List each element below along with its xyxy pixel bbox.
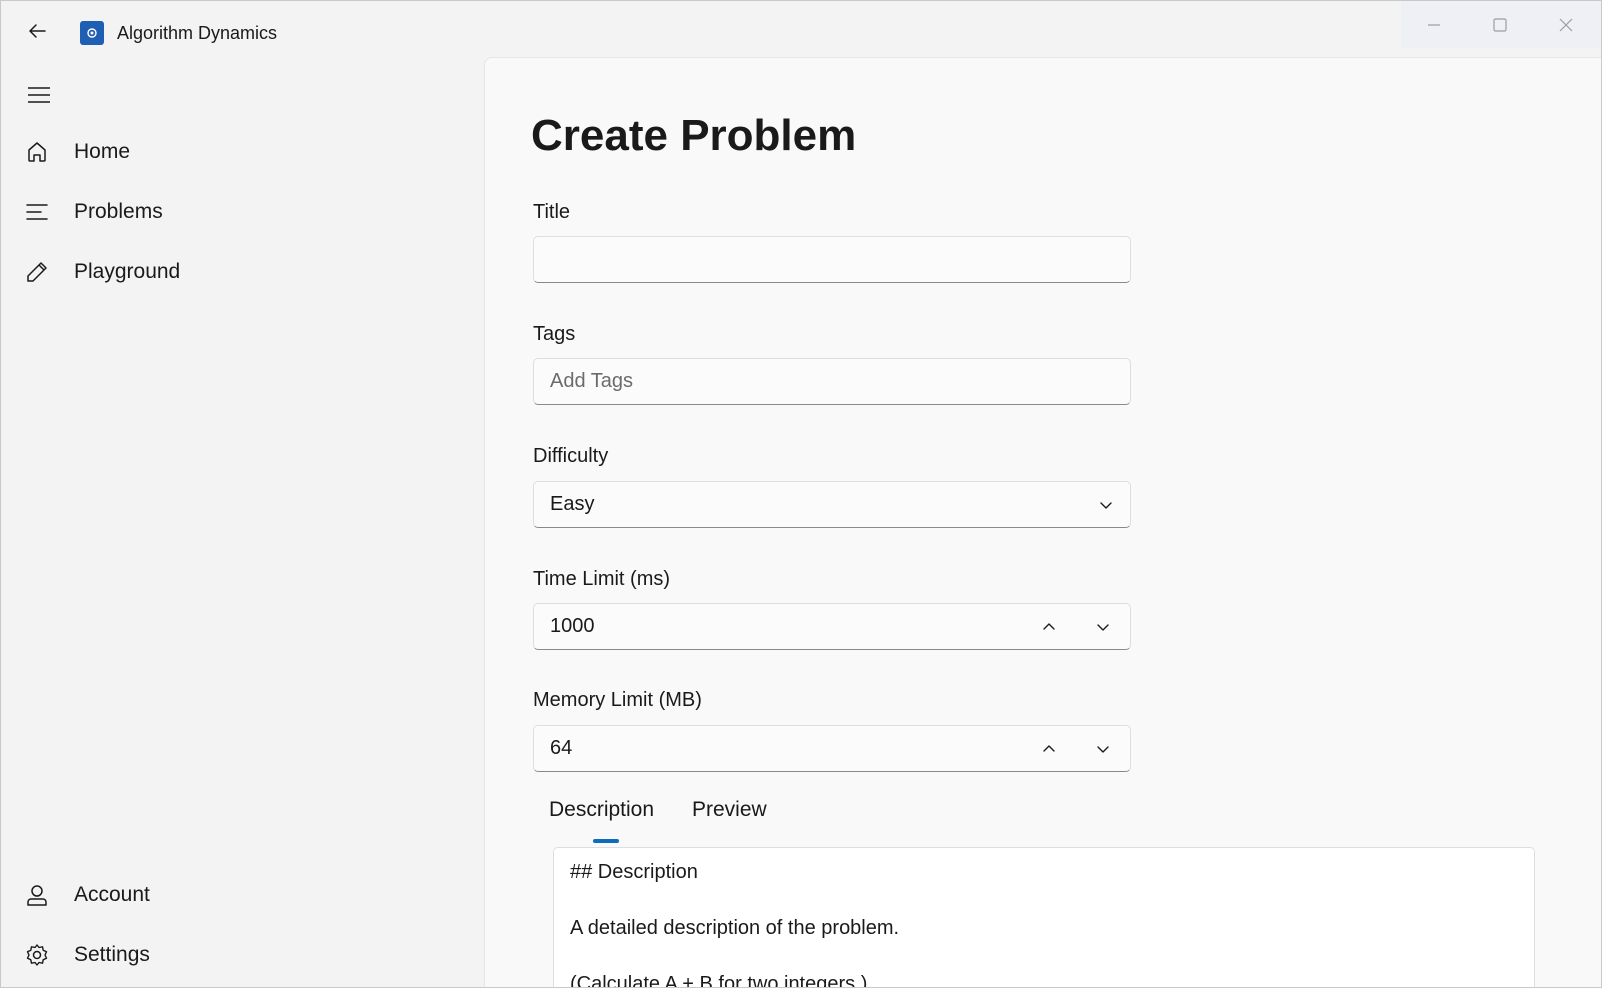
memory-limit-numberbox[interactable]: 64 <box>533 725 1131 772</box>
tab-preview[interactable]: Preview <box>692 796 767 824</box>
editor-line: A detailed description of the problem. <box>570 917 900 939</box>
hamburger-menu-icon <box>28 87 50 103</box>
nav-label-account: Account <box>74 883 150 906</box>
nav-item-home[interactable]: Home <box>13 128 473 176</box>
nav-label-settings: Settings <box>74 943 150 966</box>
chevron-down-icon <box>1097 745 1109 753</box>
editor-line: (Calculate A + B for two integers.) <box>570 973 868 988</box>
maximize-icon <box>1493 17 1507 32</box>
maximize-button[interactable] <box>1467 1 1533 48</box>
memory-limit-label: Memory Limit (MB) <box>533 689 702 711</box>
close-button[interactable] <box>1533 1 1599 48</box>
chevron-up-icon <box>1043 744 1055 752</box>
back-arrow-icon <box>29 24 46 38</box>
back-button[interactable] <box>17 13 57 49</box>
tags-field <box>533 358 1131 405</box>
pencil-icon <box>27 262 47 282</box>
time-limit-numberbox[interactable]: 1000 <box>533 603 1131 650</box>
tags-label: Tags <box>533 323 576 345</box>
title-field <box>533 236 1131 283</box>
app-window: Algorithm Dynamics Home Problems Playgro… <box>0 0 1602 988</box>
page-title: Create Problem <box>531 111 857 160</box>
list-icon <box>26 204 48 220</box>
memory-limit-increment-button[interactable] <box>1022 726 1076 771</box>
person-icon <box>27 885 47 906</box>
tab-description[interactable]: Description <box>549 796 654 824</box>
chevron-down-icon <box>1100 501 1112 509</box>
nav-label-problems: Problems <box>74 200 163 223</box>
selected-tab-indicator <box>593 839 619 843</box>
minimize-button[interactable] <box>1401 1 1467 48</box>
navigation-pane: Home Problems Playground Account Setting… <box>1 61 483 987</box>
difficulty-dropdown[interactable]: Easy <box>533 481 1131 528</box>
chevron-down-icon <box>1097 623 1109 631</box>
app-logo-icon <box>80 21 104 45</box>
close-icon <box>1559 18 1573 31</box>
difficulty-selected-value: Easy <box>550 493 595 515</box>
editor-line: ## Description <box>570 861 698 883</box>
nav-item-problems[interactable]: Problems <box>13 188 473 236</box>
description-editor[interactable]: ## Description A detailed description of… <box>553 847 1535 988</box>
window-controls <box>1401 1 1601 48</box>
chevron-up-icon <box>1043 622 1055 630</box>
nav-item-account[interactable]: Account <box>13 871 473 919</box>
nav-label-home: Home <box>74 140 131 163</box>
difficulty-label: Difficulty <box>533 445 609 467</box>
tags-input[interactable] <box>534 359 1130 404</box>
nav-item-playground[interactable]: Playground <box>13 248 473 296</box>
minimize-icon <box>1428 23 1440 26</box>
nav-label-playground: Playground <box>74 260 181 283</box>
memory-limit-decrement-button[interactable] <box>1076 726 1130 771</box>
memory-limit-value: 64 <box>550 737 573 759</box>
title-label: Title <box>533 201 571 223</box>
nav-item-settings[interactable]: Settings <box>13 931 473 979</box>
time-limit-label: Time Limit (ms) <box>533 568 671 590</box>
menu-toggle-button[interactable] <box>19 77 59 113</box>
content-area: Create Problem Title Tags Difficulty Eas… <box>484 57 1601 988</box>
gear-icon <box>26 944 48 966</box>
time-limit-increment-button[interactable] <box>1022 604 1076 649</box>
title-bar: Algorithm Dynamics <box>1 1 1601 61</box>
title-input[interactable] <box>534 237 1130 282</box>
time-limit-decrement-button[interactable] <box>1076 604 1130 649</box>
app-title: Algorithm Dynamics <box>117 23 278 43</box>
time-limit-value: 1000 <box>550 615 595 637</box>
home-icon <box>28 142 46 162</box>
